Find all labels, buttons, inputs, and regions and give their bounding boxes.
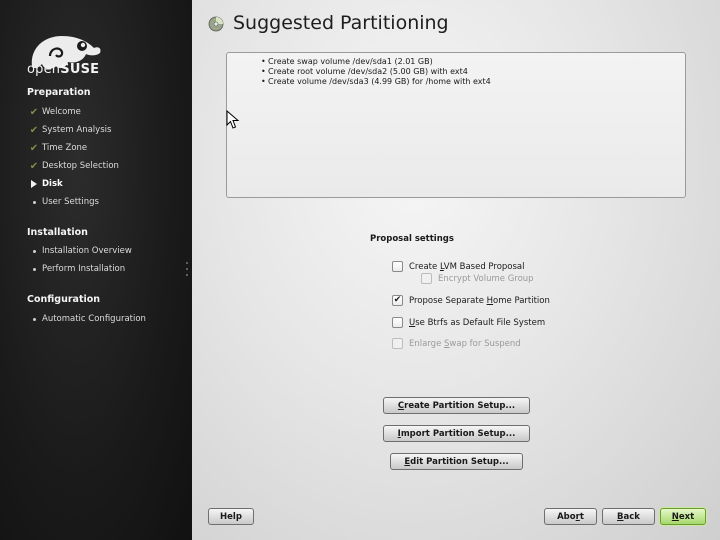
sidebar-item-perform-installation[interactable]: Perform Installation bbox=[27, 262, 125, 276]
bullet-icon bbox=[32, 317, 36, 321]
sidebar-item-label: Disk bbox=[42, 179, 63, 189]
sidebar-item-desktop-selection[interactable]: ✔ Desktop Selection bbox=[27, 159, 119, 173]
checkbox-label: Enlarge Swap for Suspend bbox=[409, 338, 521, 349]
sidebar-item-user-settings[interactable]: User Settings bbox=[27, 195, 99, 209]
checkbox-label: Encrypt Volume Group bbox=[438, 273, 534, 284]
sidebar-item-automatic-configuration[interactable]: Automatic Configuration bbox=[27, 312, 146, 326]
encrypt-volume-group-checkbox[interactable]: Encrypt Volume Group bbox=[421, 273, 534, 284]
partitioning-disk-icon bbox=[208, 16, 224, 32]
bullet-icon bbox=[32, 249, 36, 253]
btrfs-default-checkbox[interactable]: Use Btrfs as Default File System bbox=[392, 317, 545, 328]
section-preparation: Preparation bbox=[27, 87, 91, 98]
opensuse-wordmark: openSUSE bbox=[27, 62, 100, 77]
checkbox-label: Create LVM Based Proposal bbox=[409, 261, 525, 272]
sidebar-item-label: User Settings bbox=[42, 197, 99, 207]
current-step-arrow-icon bbox=[31, 180, 37, 188]
sidebar-item-disk[interactable]: Disk bbox=[27, 177, 63, 191]
sidebar-item-label: Automatic Configuration bbox=[42, 314, 146, 324]
edit-partition-setup-button[interactable]: Edit Partition Setup... bbox=[390, 453, 523, 470]
import-partition-setup-button[interactable]: Import Partition Setup... bbox=[383, 425, 530, 442]
abort-button[interactable]: Abo r t bbox=[544, 508, 597, 525]
check-icon: ✔ bbox=[29, 124, 39, 136]
mouse-pointer-icon bbox=[226, 110, 240, 129]
sidebar-item-welcome[interactable]: ✔ Welcome bbox=[27, 105, 81, 119]
partition-summary-box[interactable]: Create swap volume /dev/sda1 (2.01 GB) C… bbox=[226, 52, 686, 198]
sidebar-item-time-zone[interactable]: ✔ Time Zone bbox=[27, 141, 87, 155]
create-partition-setup-button[interactable]: Create Partition Setup... bbox=[383, 397, 530, 414]
checkbox-box[interactable]: ✔ bbox=[392, 295, 403, 306]
checkbox-label: Propose Separate Home Partition bbox=[409, 295, 550, 306]
sidebar-item-label: Installation Overview bbox=[42, 246, 132, 256]
summary-line: Create root volume /dev/sda2 (5.00 GB) w… bbox=[261, 67, 685, 77]
next-button[interactable]: Next bbox=[660, 508, 706, 525]
bullet-icon bbox=[32, 200, 36, 204]
sidebar-item-label: Perform Installation bbox=[42, 264, 126, 274]
section-installation: Installation bbox=[27, 227, 88, 238]
check-icon: ✔ bbox=[29, 160, 39, 172]
checkbox-box[interactable] bbox=[421, 273, 432, 284]
enlarge-swap-checkbox[interactable]: Enlarge Swap for Suspend bbox=[392, 338, 521, 349]
checkbox-label: Use Btrfs as Default File System bbox=[409, 317, 546, 328]
checkbox-box[interactable] bbox=[392, 317, 403, 328]
sidebar-item-system-analysis[interactable]: ✔ System Analysis bbox=[27, 123, 112, 137]
check-icon: ✔ bbox=[29, 106, 39, 118]
help-button[interactable]: Help bbox=[208, 508, 254, 525]
sidebar-item-label: Desktop Selection bbox=[42, 161, 119, 171]
sidebar-item-label: System Analysis bbox=[42, 125, 112, 135]
sidebar-item-label: Time Zone bbox=[42, 143, 88, 153]
summary-line: Create swap volume /dev/sda1 (2.01 GB) bbox=[261, 57, 685, 67]
main-panel: Suggested Partitioning Create swap volum… bbox=[192, 0, 720, 540]
checkbox-box[interactable] bbox=[392, 261, 403, 272]
page-title: Suggested Partitioning bbox=[233, 12, 449, 34]
sidebar-resize-handle[interactable] bbox=[186, 262, 189, 280]
lvm-proposal-checkbox[interactable]: Create LVM Based Proposal bbox=[392, 261, 525, 272]
bullet-icon bbox=[32, 267, 36, 271]
separate-home-partition-checkbox[interactable]: ✔ Propose Separate Home Partition bbox=[392, 295, 550, 306]
sidebar-item-installation-overview[interactable]: Installation Overview bbox=[27, 244, 132, 258]
proposal-settings-heading: Proposal settings bbox=[370, 234, 454, 244]
back-button[interactable]: Back bbox=[602, 508, 655, 525]
sidebar: openSUSE Preparation ✔ Welcome ✔ System … bbox=[0, 0, 192, 540]
check-icon: ✔ bbox=[393, 295, 402, 305]
check-icon: ✔ bbox=[29, 142, 39, 154]
section-configuration: Configuration bbox=[27, 294, 101, 305]
summary-line: Create volume /dev/sda3 (4.99 GB) for /h… bbox=[261, 77, 685, 87]
checkbox-box[interactable] bbox=[392, 338, 403, 349]
sidebar-item-label: Welcome bbox=[42, 107, 81, 117]
